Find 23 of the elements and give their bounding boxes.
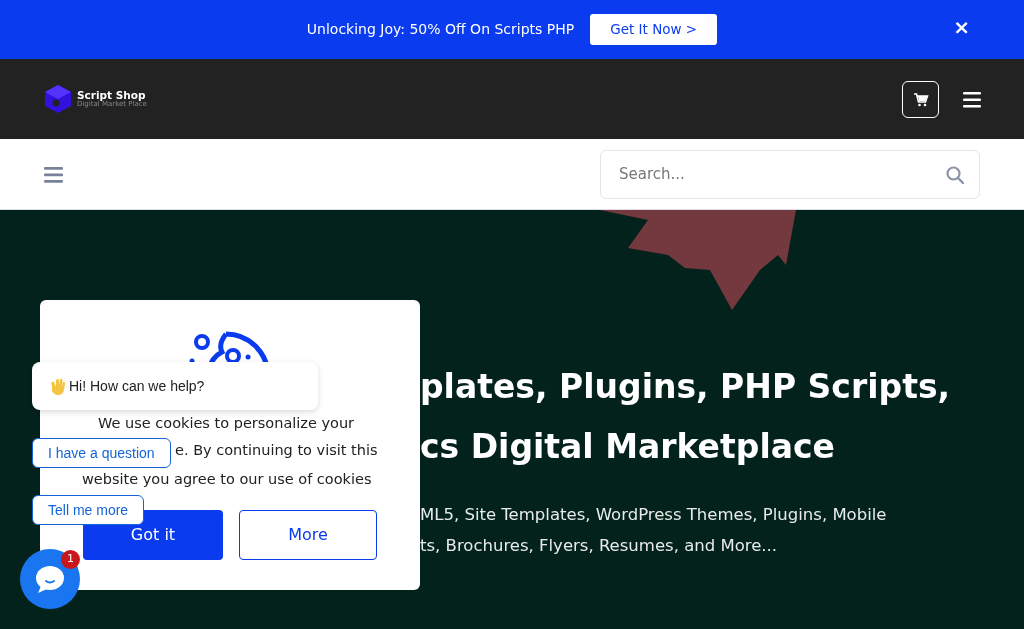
wave-icon xyxy=(48,377,66,395)
get-it-now-button[interactable]: Get It Now > xyxy=(590,14,718,45)
menu-icon[interactable] xyxy=(963,90,981,108)
cookie-notice-text: website you agree to our use of cookies xyxy=(82,470,372,489)
quick-reply-button[interactable]: Tell me more xyxy=(32,495,145,525)
hero-description: ML5, Site Templates, WordPress Themes, Plugins, Mobile xyxy=(420,504,887,526)
search-icon[interactable] xyxy=(946,165,964,184)
close-button[interactable]: × xyxy=(947,16,976,38)
more-button[interactable]: More xyxy=(239,510,377,560)
promo-text: Unlocking Joy: 50% Off On Scripts PHP xyxy=(306,20,575,39)
quick-reply-button[interactable]: I have a question xyxy=(32,438,171,468)
chat-icon xyxy=(35,564,65,594)
cart-button[interactable] xyxy=(902,80,939,118)
hero-heading: plates, Plugins, PHP Scripts, xyxy=(420,366,951,408)
cart-icon xyxy=(912,91,929,107)
hero-description: ts, Brochures, Flyers, Resumes, and More... xyxy=(420,535,778,557)
search-field[interactable]: Search... xyxy=(600,149,980,199)
hero-heading: cs Digital Marketplace xyxy=(420,426,835,468)
brand-name: Script Shop xyxy=(77,89,146,101)
cookie-notice-text: e. By continuing to visit this xyxy=(175,441,378,460)
greeting-text: Hi! How can we help? xyxy=(69,376,205,396)
logo-icon[interactable] xyxy=(43,84,73,114)
cookie-notice-text: We use cookies to personalize your xyxy=(98,414,355,433)
